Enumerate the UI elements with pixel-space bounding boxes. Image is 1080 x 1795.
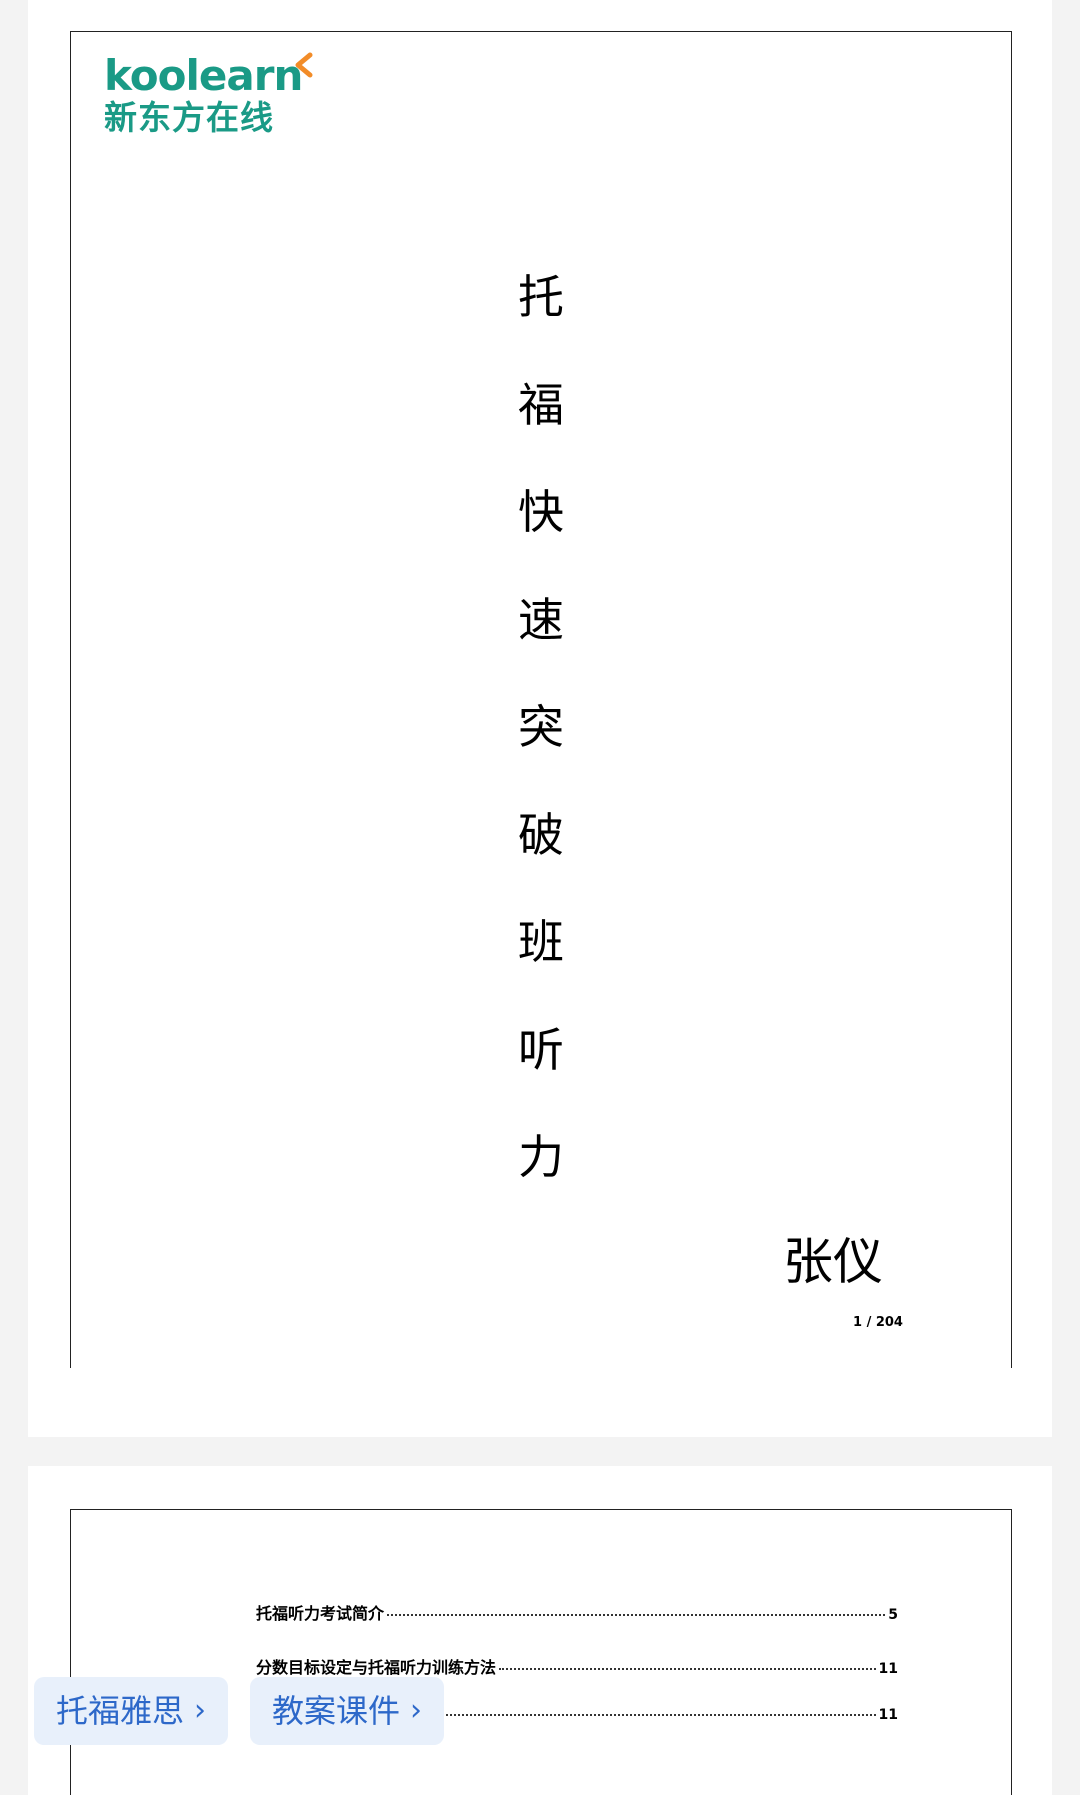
logo-text-en: koolearn: [104, 51, 303, 100]
logo-chevron-icon: [295, 52, 313, 78]
title-char: 速: [518, 592, 564, 647]
title-char: 班: [518, 915, 564, 969]
chevron-right-icon: ›: [194, 1693, 207, 1728]
toc-entry[interactable]: 托福听力考试简介 5: [256, 1600, 898, 1654]
cover-title: 托 福 快 速 突 破 班 听 力: [511, 267, 571, 1235]
toc-entry-page: 11: [878, 1707, 898, 1723]
chevron-right-icon: ›: [410, 1693, 423, 1728]
title-char: 快: [518, 485, 564, 539]
title-char: 托: [518, 270, 564, 324]
toc-leader: [387, 1614, 886, 1616]
koolearn-logo: koolearn 新东方在线: [104, 52, 314, 152]
page-1: koolearn 新东方在线 托 福 快 速 突 破 班 听 力 张仪 1 / …: [28, 0, 1052, 1437]
toc-entry-page: 11: [878, 1660, 898, 1677]
toc-leader: [499, 1667, 876, 1670]
tag-bar: 托福雅思 › 教案课件 ›: [34, 1677, 445, 1745]
author-name: 张仪: [783, 1233, 883, 1291]
page-indicator: 1 / 204: [853, 1315, 903, 1330]
tag-label: 托福雅思: [56, 1692, 185, 1730]
document-viewer[interactable]: koolearn 新东方在线 托 福 快 速 突 破 班 听 力 张仪 1 / …: [0, 0, 1080, 1795]
title-char: 听: [518, 1022, 564, 1077]
toc-entry-page: 5: [888, 1607, 898, 1623]
page-frame: koolearn 新东方在线 托 福 快 速 突 破 班 听 力 张仪 1 / …: [70, 31, 1012, 1368]
toc-entry-title: 托福听力考试简介: [256, 1604, 385, 1623]
page-2: 托福听力考试简介 5 分数目标设定与托福听力训练方法 11 11: [28, 1466, 1052, 1795]
title-char: 破: [518, 807, 564, 862]
title-char: 福: [518, 377, 564, 432]
title-char: 力: [518, 1130, 564, 1184]
tag-label: 教案课件: [272, 1692, 401, 1730]
logo-text-cn: 新东方在线: [104, 98, 274, 137]
title-char: 突: [518, 700, 564, 754]
toc-entry-title: 分数目标设定与托福听力训练方法: [256, 1657, 497, 1677]
tag-courseware-button[interactable]: 教案课件 ›: [250, 1677, 445, 1745]
tag-toefl-ielts-button[interactable]: 托福雅思 ›: [34, 1677, 229, 1745]
page-frame: 托福听力考试简介 5 分数目标设定与托福听力训练方法 11 11: [70, 1509, 1012, 1795]
